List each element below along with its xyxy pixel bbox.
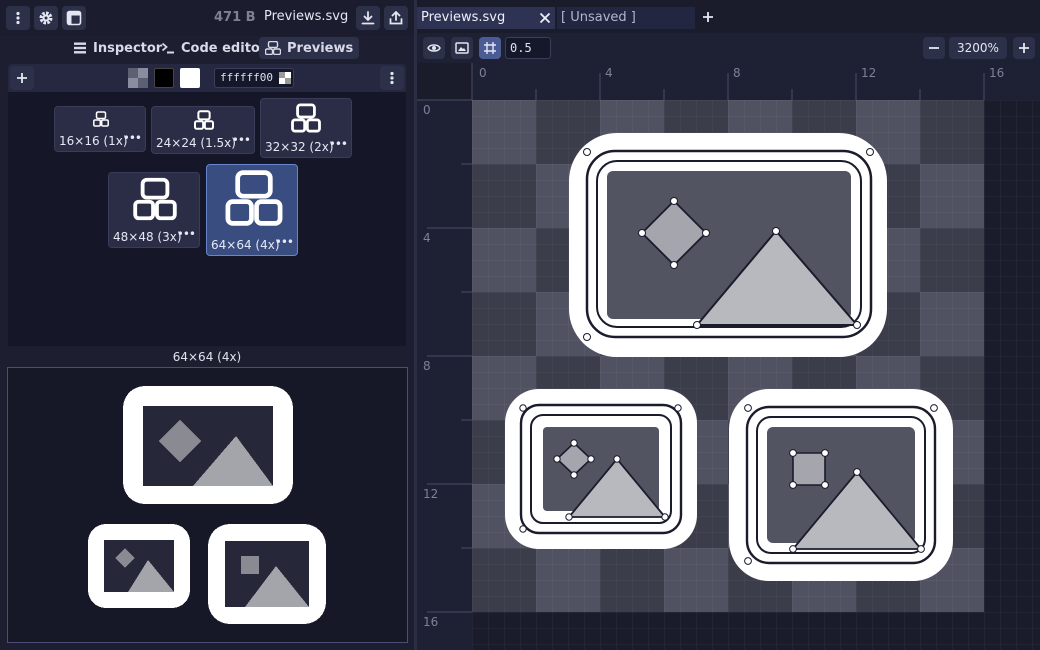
tab-previews-label: Previews [287, 40, 354, 56]
ruler-y-label: 8 [423, 359, 431, 373]
ruler-x-label: 12 [861, 66, 876, 80]
previews-icon [265, 41, 281, 55]
preview-card-more-icon[interactable]: ••• [123, 131, 142, 145]
zoom-level[interactable]: 3200% [949, 37, 1007, 59]
snap-grid-icon [484, 42, 496, 54]
file-size: 471 B [214, 10, 256, 25]
small-image-shape-left[interactable] [505, 389, 697, 549]
preview-more-button[interactable] [380, 66, 404, 90]
ruler-x-label: 0 [479, 66, 487, 80]
small-image-shape-right[interactable] [729, 389, 953, 581]
tab-inspector[interactable]: Inspector [67, 37, 168, 59]
left-panel: 471 B Previews.svg Inspector Code editor… [0, 0, 414, 650]
preview-card-label: 64×64 (4x) [211, 238, 280, 252]
big-preview-title: 64×64 (4x) [172, 350, 242, 364]
preview-card-label: 16×16 (1x) [59, 134, 128, 148]
reference-image-button[interactable] [451, 37, 473, 59]
preview-card-more-icon[interactable]: ••• [329, 137, 348, 151]
preview-card-label: 24×24 (1.5x) [156, 136, 236, 150]
black-bg-swatch[interactable] [154, 68, 174, 88]
tab-label: Previews.svg [421, 10, 506, 25]
ruler-y-label: 4 [423, 231, 431, 245]
settings-button[interactable] [34, 6, 58, 30]
panel-tabs: Inspector Code editor Previews [0, 36, 414, 60]
big-preview-image [88, 386, 326, 624]
snap-value-field[interactable]: 0.5 [505, 37, 551, 59]
zoom-out-button[interactable] [923, 37, 945, 59]
white-bg-swatch[interactable] [180, 68, 200, 88]
preview-card-48[interactable]: 48×48 (3x) ••• [108, 172, 200, 248]
preview-toolbar: ffffff00 [8, 64, 406, 92]
tab-inspector-label: Inspector [93, 40, 163, 56]
minus-icon [929, 47, 939, 49]
preview-card-more-icon[interactable]: ••• [232, 133, 251, 147]
image-icon [225, 170, 283, 226]
top-bar: 471 B Previews.svg [0, 0, 414, 36]
right-panel: Previews.svg [ Unsaved ] 0.5 3200% 0 4 8… [417, 0, 1040, 650]
svg-canvas[interactable]: 0 4 8 12 16 0 4 8 12 16 [417, 63, 1040, 650]
tab-code-editor-label: Code editor [181, 40, 267, 56]
big-preview [7, 367, 408, 643]
eye-icon [427, 44, 441, 52]
zoom-in-button[interactable] [1013, 37, 1035, 59]
preview-card-32[interactable]: 32×32 (2x) ••• [260, 98, 352, 158]
vertical-dots-icon [390, 71, 394, 85]
image-icon [93, 111, 109, 127]
close-icon[interactable] [539, 12, 551, 24]
tab-unsaved[interactable]: [ Unsaved ] [557, 7, 695, 29]
list-icon [74, 42, 86, 54]
tab-previews[interactable]: Previews [259, 37, 360, 59]
terminal-icon [161, 42, 174, 54]
gear-icon [39, 11, 53, 25]
tab-previews-svg[interactable]: Previews.svg [417, 7, 555, 29]
zoom-value: 3200% [957, 41, 999, 55]
image-icon [194, 110, 214, 130]
new-tab-plus-icon[interactable] [702, 11, 714, 23]
file-name: Previews.svg [264, 9, 349, 24]
checkerboard-icon [128, 68, 148, 88]
bg-color-field[interactable]: ffffff00 [214, 68, 294, 88]
ruler-x-label: 4 [605, 66, 613, 80]
tab-code-editor[interactable]: Code editor [155, 37, 272, 59]
preview-card-16[interactable]: 16×16 (1x) ••• [54, 106, 146, 152]
layout-button[interactable] [62, 6, 86, 30]
preview-card-label: 48×48 (3x) [113, 230, 182, 244]
ruler-x-label: 16 [989, 66, 1004, 80]
menu-button[interactable] [6, 6, 30, 30]
preview-sizes-grid: 16×16 (1x) ••• 24×24 (1.5x) ••• 32×32 (2… [8, 92, 406, 346]
preview-card-label: 32×32 (2x) [265, 140, 334, 154]
preview-card-64[interactable]: 64×64 (4x) ••• [206, 164, 298, 256]
snap-value: 0.5 [510, 41, 532, 55]
add-preview-button[interactable] [10, 66, 34, 90]
ruler-y-label: 16 [423, 615, 438, 629]
download-button[interactable] [356, 6, 380, 30]
visibility-button[interactable] [423, 37, 445, 59]
ruler-y-label: 0 [423, 103, 431, 117]
preview-card-24[interactable]: 24×24 (1.5x) ••• [151, 106, 255, 154]
export-icon [389, 11, 403, 25]
preview-card-more-icon[interactable]: ••• [275, 235, 294, 249]
ruler-x-label: 8 [733, 66, 741, 80]
layout-icon [66, 10, 82, 26]
image-icon [455, 42, 469, 54]
checkerboard-bg-swatch[interactable] [128, 68, 148, 88]
export-button[interactable] [384, 6, 408, 30]
tab-label: [ Unsaved ] [561, 10, 636, 25]
plus-icon [1019, 43, 1029, 53]
preview-card-more-icon[interactable]: ••• [177, 227, 196, 241]
plus-icon [17, 73, 27, 83]
vertical-dots-icon [16, 11, 20, 25]
download-icon [361, 11, 375, 25]
bg-color-value: ffffff00 [220, 71, 273, 84]
canvas-toolbar: 0.5 3200% [417, 33, 1040, 63]
image-icon [133, 177, 177, 221]
image-icon [291, 103, 321, 133]
transparency-swatch-icon [279, 72, 291, 84]
snap-toggle[interactable] [479, 37, 501, 59]
large-image-shape[interactable] [569, 133, 887, 357]
ruler-y-label: 12 [423, 487, 438, 501]
